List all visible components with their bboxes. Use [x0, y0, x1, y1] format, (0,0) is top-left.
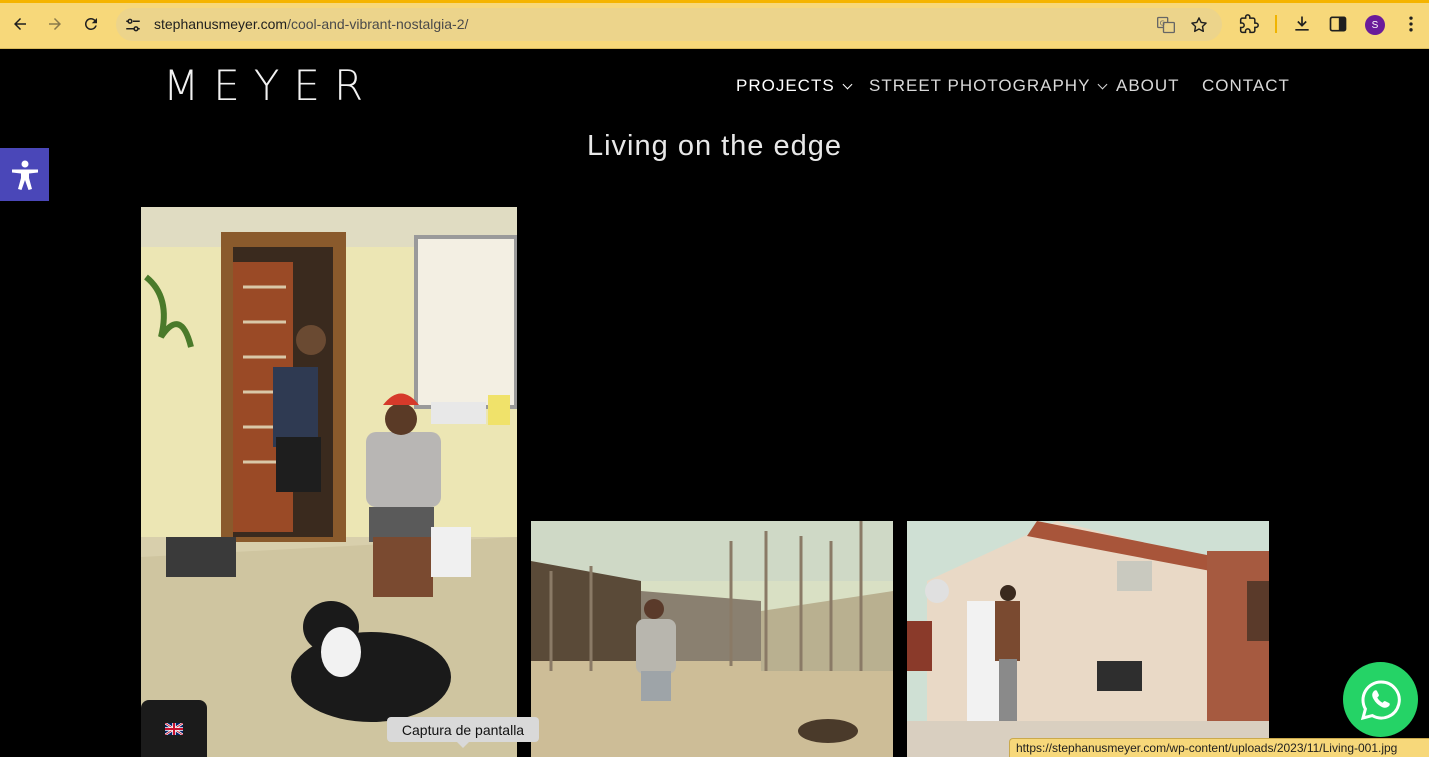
- uk-flag-icon: [165, 722, 183, 735]
- nav-item-contact[interactable]: CONTACT: [1202, 75, 1290, 97]
- forward-icon: [49, 18, 61, 30]
- tune-icon[interactable]: [124, 16, 142, 34]
- forward-button[interactable]: [43, 12, 67, 36]
- photo-image: [141, 207, 517, 757]
- gallery-photo-house[interactable]: [907, 521, 1269, 757]
- language-switcher[interactable]: [141, 700, 207, 757]
- status-bar-url: https://stephanusmeyer.com/wp-content/up…: [1009, 738, 1429, 757]
- toolbar-separator: [1275, 15, 1277, 33]
- photo-image: [531, 521, 893, 757]
- chevron-down-icon: [1097, 79, 1108, 89]
- profile-avatar[interactable]: S: [1365, 15, 1385, 35]
- nav-item-about[interactable]: ABOUT: [1116, 75, 1180, 97]
- nav-label: PROJECTS: [736, 76, 835, 95]
- reload-icon: [84, 17, 97, 30]
- address-bar[interactable]: stephanusmeyer.com/cool-and-vibrant-nost…: [116, 8, 1222, 41]
- reload-button[interactable]: [79, 12, 103, 36]
- site-logo[interactable]: MEYER: [163, 61, 377, 111]
- nav-item-street-photography[interactable]: STREET PHOTOGRAPHY: [869, 75, 1108, 97]
- accessibility-button[interactable]: [0, 148, 49, 201]
- nav-label: CONTACT: [1202, 76, 1290, 95]
- browser-toolbar: stephanusmeyer.com/cool-and-vibrant-nost…: [0, 0, 1429, 49]
- url-path: /cool-and-vibrant-nostalgia-2/: [287, 16, 469, 32]
- side-panel-icon[interactable]: [1328, 14, 1348, 34]
- extensions-icon[interactable]: [1239, 14, 1259, 34]
- whatsapp-button[interactable]: [1343, 662, 1418, 737]
- url-text: stephanusmeyer.com/cool-and-vibrant-nost…: [154, 16, 468, 32]
- whatsapp-icon: [1360, 679, 1401, 720]
- kebab-menu-icon[interactable]: [1401, 14, 1421, 34]
- bookmark-star-icon[interactable]: [1189, 15, 1209, 35]
- chevron-down-icon: [842, 79, 853, 89]
- gallery-photo-doorway[interactable]: [141, 207, 517, 757]
- url-host: stephanusmeyer.com: [154, 16, 288, 32]
- svg-text:G: G: [1160, 19, 1165, 27]
- photo-image: [907, 521, 1269, 757]
- tooltip: Captura de pantalla: [387, 717, 539, 748]
- page-title: Living on the edge: [586, 130, 843, 162]
- translate-icon[interactable]: G: [1156, 15, 1176, 35]
- back-button[interactable]: [8, 12, 32, 36]
- nav-label: STREET PHOTOGRAPHY: [869, 76, 1091, 95]
- nav-item-projects[interactable]: PROJECTS: [736, 75, 853, 97]
- gallery-photo-fence[interactable]: [531, 521, 893, 757]
- nav-label: ABOUT: [1116, 76, 1180, 95]
- accessibility-icon: [11, 160, 38, 190]
- download-icon[interactable]: [1292, 14, 1312, 34]
- tab-strip-accent: [0, 0, 1429, 3]
- back-icon: [14, 18, 26, 30]
